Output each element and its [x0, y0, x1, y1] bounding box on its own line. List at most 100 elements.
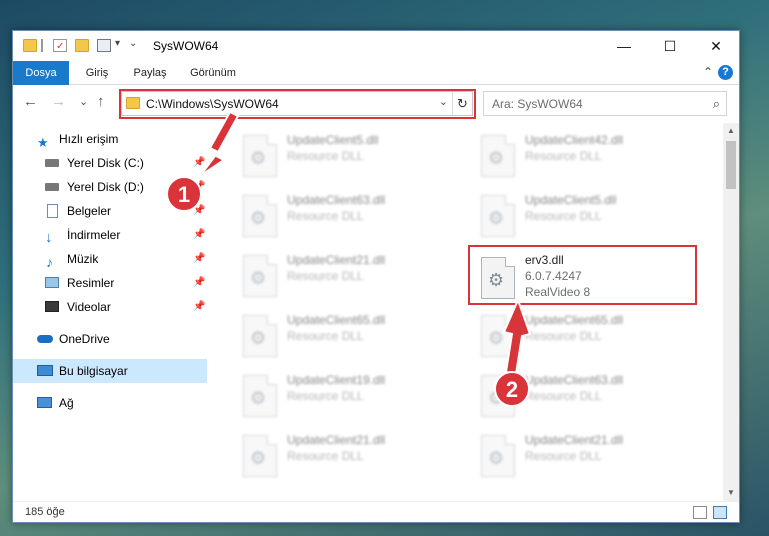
pin-icon[interactable]: 📌 [193, 247, 205, 271]
sidebar-item-local-disk-c[interactable]: Yerel Disk (C:) 📌 [13, 151, 207, 175]
address-dropdown-icon[interactable]: ⌄ [439, 95, 448, 108]
tab-gorunum[interactable]: Görünüm [181, 61, 245, 85]
list-item[interactable]: ⚙ UpdateClient5.dll Resource DLL [471, 189, 701, 245]
file-description: Resource DLL [287, 209, 364, 223]
gear-icon: ⚙ [250, 448, 267, 468]
list-item[interactable]: ⚙ UpdateClient5.dll Resource DLL [233, 129, 463, 185]
forward-button[interactable]: → [51, 93, 66, 110]
drive-icon [45, 183, 59, 191]
sidebar-item-onedrive[interactable]: OneDrive [13, 327, 207, 351]
address-bar[interactable]: C:\Windows\SysWOW64 ⌄ ↻ [121, 91, 473, 116]
dll-file-icon: ⚙ [243, 255, 277, 297]
file-name: UpdateClient21.dll [525, 433, 624, 447]
computer-icon [37, 365, 53, 376]
sidebar-item-label: Bu bilgisayar [59, 364, 128, 378]
sidebar-item-label: OneDrive [59, 332, 110, 346]
dll-file-icon: ⚙ [481, 315, 515, 357]
gear-icon: ⚙ [488, 148, 505, 168]
sidebar-item-network[interactable]: Ağ [13, 391, 207, 415]
list-item[interactable]: ⚙ UpdateClient21.dll Resource DLL [233, 429, 463, 485]
dropdown-icon[interactable]: ▾ [115, 38, 120, 49]
pin-icon[interactable]: 📌 [193, 271, 205, 295]
properties-icon[interactable]: ✓ [53, 39, 67, 52]
address-path[interactable]: C:\Windows\SysWOW64 [146, 97, 279, 111]
file-name: UpdateClient5.dll [287, 133, 379, 147]
music-icon: ♪ [46, 254, 53, 270]
up-button[interactable]: ↑ [97, 93, 105, 110]
scroll-down-icon[interactable]: ▼ [723, 485, 739, 501]
back-button[interactable]: ← [23, 93, 38, 110]
list-item[interactable]: ⚙ UpdateClient21.dll Resource DLL [471, 429, 701, 485]
file-description: Resource DLL [287, 149, 364, 163]
list-item[interactable]: ⚙ UpdateClient42.dll Resource DLL [471, 129, 701, 185]
dll-file-icon: ⚙ [481, 257, 515, 299]
gear-icon: ⚙ [488, 208, 505, 228]
sidebar-item-downloads[interactable]: ↓ İndirmeler 📌 [13, 223, 207, 247]
customize-icon[interactable] [97, 39, 111, 52]
vertical-scrollbar[interactable]: ▲ ▼ [723, 123, 739, 501]
file-name: UpdateClient63.dll [287, 193, 386, 207]
gear-icon: ⚙ [488, 328, 505, 348]
gear-icon: ⚙ [250, 208, 267, 228]
list-item[interactable]: ⚙ UpdateClient21.dll Resource DLL [233, 249, 463, 305]
close-button[interactable]: ✕ [693, 31, 739, 61]
recent-locations-button[interactable]: ⌄ [79, 95, 88, 108]
details-view-icon[interactable] [693, 506, 707, 519]
list-item-erv3-dll[interactable]: ⚙ erv3.dll 6.0.7.4247 RealVideo 8 [471, 251, 701, 307]
chevron-up-icon[interactable]: ⌃ [703, 65, 713, 79]
dll-file-icon: ⚙ [243, 375, 277, 417]
help-icon[interactable]: ? [718, 65, 733, 80]
file-name: UpdateClient42.dll [525, 133, 624, 147]
gear-icon: ⚙ [250, 328, 267, 348]
tiles-view-icon[interactable] [713, 506, 727, 519]
sidebar-item-label: Ağ [59, 396, 74, 410]
folder-icon [23, 39, 37, 52]
file-name: UpdateClient5.dll [525, 193, 617, 207]
sidebar-item-quick-access[interactable]: ★ Hızlı erişim [13, 127, 207, 151]
minimize-button[interactable]: — [601, 31, 647, 61]
file-list: ⚙ UpdateClient5.dll Resource DLL ⚙ Updat… [219, 123, 723, 501]
status-bar: 185 öğe [13, 501, 739, 523]
navigation-bar: ← → ⌄ ↑ C:\Windows\SysWOW64 ⌄ ↻ Ara: Sys… [13, 87, 739, 121]
search-icon[interactable]: ⌕ [713, 96, 720, 112]
list-item[interactable]: ⚙ UpdateClient63.dll Resource DLL [233, 189, 463, 245]
step-marker-1: 1 [166, 176, 202, 212]
scroll-thumb[interactable] [726, 141, 736, 189]
dll-file-icon: ⚙ [243, 135, 277, 177]
list-item[interactable]: ⚙ UpdateClient65.dll Resource DLL [471, 309, 701, 365]
pin-icon[interactable]: 📌 [193, 151, 205, 175]
gear-icon: ⚙ [488, 448, 505, 468]
file-name: UpdateClient65.dll [525, 313, 624, 327]
list-item[interactable]: ⚙ UpdateClient65.dll Resource DLL [233, 309, 463, 365]
gear-icon: ⚙ [488, 270, 505, 290]
file-description: Resource DLL [525, 329, 602, 343]
folder-icon [126, 97, 140, 109]
refresh-button[interactable]: ↻ [452, 92, 472, 115]
sidebar-item-label: Videolar [67, 300, 111, 314]
file-description: Resource DLL [525, 209, 602, 223]
quick-access-dropdown-icon[interactable]: ⌄ [129, 38, 137, 49]
sidebar-item-videos[interactable]: Videolar 📌 [13, 295, 207, 319]
sidebar-item-label: Belgeler [67, 204, 112, 218]
tab-dosya[interactable]: Dosya [13, 61, 69, 85]
search-input[interactable]: Ara: SysWOW64 ⌕ [483, 91, 727, 116]
maximize-button[interactable]: ☐ [647, 31, 693, 61]
new-folder-icon[interactable] [75, 39, 89, 52]
sidebar-item-label: Yerel Disk (D:) [67, 180, 144, 194]
tab-giris[interactable]: Giriş [75, 61, 119, 85]
file-description: Resource DLL [287, 269, 364, 283]
dll-file-icon: ⚙ [481, 435, 515, 477]
gear-icon: ⚙ [250, 388, 267, 408]
sidebar-item-label: Müzik [67, 252, 99, 266]
step-marker-2: 2 [494, 371, 530, 407]
title-bar: ✓ ▾ ⌄ SysWOW64 — ☐ ✕ [13, 31, 739, 61]
pin-icon[interactable]: 📌 [193, 295, 205, 319]
scroll-up-icon[interactable]: ▲ [723, 123, 739, 139]
pin-icon[interactable]: 📌 [193, 223, 205, 247]
list-item[interactable]: ⚙ UpdateClient19.dll Resource DLL [233, 369, 463, 425]
sidebar-item-label: Yerel Disk (C:) [67, 156, 144, 170]
tab-paylas[interactable]: Paylaş [125, 61, 175, 85]
sidebar-item-this-pc[interactable]: Bu bilgisayar [13, 359, 207, 383]
sidebar-item-pictures[interactable]: Resimler 📌 [13, 271, 207, 295]
sidebar-item-music[interactable]: ♪ Müzik 📌 [13, 247, 207, 271]
